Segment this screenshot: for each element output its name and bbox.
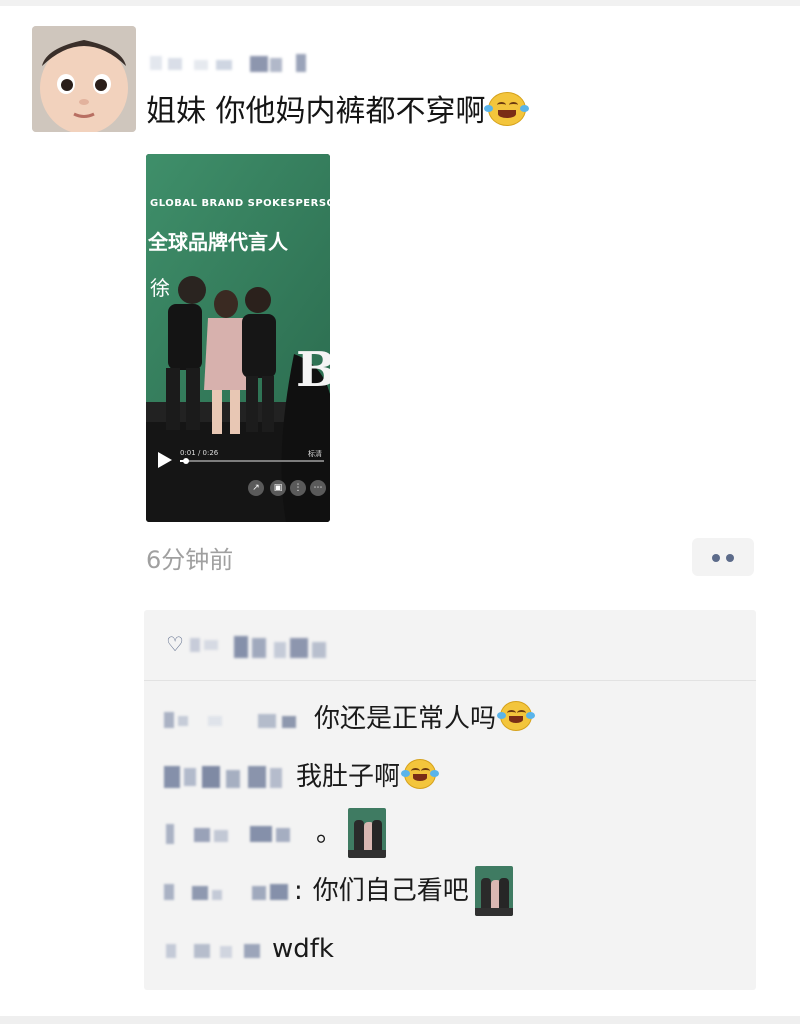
play-icon[interactable] <box>158 452 172 468</box>
dot-icon <box>712 554 720 562</box>
username-blurred[interactable] <box>146 48 316 78</box>
video-quality[interactable]: 标清 <box>308 449 322 459</box>
share-icon[interactable]: ↗ <box>248 480 264 496</box>
video-time: 0:01 / 0:26 <box>180 449 219 457</box>
video-logo-text: B <box>296 342 330 398</box>
more-options-button[interactable] <box>692 538 754 576</box>
comment-text: wdfk <box>272 933 334 964</box>
likes-row: ♡ <box>144 610 756 681</box>
post-text: 姐妹 你他妈内裤都不穿啊 <box>146 90 529 134</box>
bottom-edge <box>0 1016 800 1024</box>
laughing-emoji <box>401 758 440 789</box>
post-timestamp: 6分钟前 <box>146 546 234 574</box>
video-thumbnail[interactable] <box>348 808 387 858</box>
commenter-name-blurred[interactable] <box>164 704 314 734</box>
comment-item[interactable]: 你还是正常人吗 <box>164 694 536 742</box>
video-thumbnail[interactable] <box>474 866 513 916</box>
commenter-name-blurred[interactable] <box>164 934 272 964</box>
commenter-name-blurred[interactable] <box>164 818 316 848</box>
baby-face-illustration <box>32 26 136 132</box>
liker-names-blurred[interactable] <box>190 634 328 662</box>
comments-panel: ♡ 你还是正常人吗 我肚子啊 。: 你们自己看吧 wdfk <box>144 610 756 990</box>
video-frame <box>146 154 330 522</box>
comment-colon: : <box>294 876 303 906</box>
laughing-emoji <box>497 700 536 731</box>
more-icon[interactable]: ⋯ <box>310 480 326 496</box>
comment-item[interactable]: 我肚子啊 <box>164 752 440 800</box>
video-title-text: 全球品牌代言人 <box>148 230 288 254</box>
comment-text: 你还是正常人吗 <box>314 703 497 734</box>
comment-item[interactable]: wdfk <box>164 924 334 972</box>
video-player[interactable]: GLOBAL BRAND SPOKESPERSON 全球品牌代言人 徐 B 0:… <box>146 154 330 522</box>
comment-item[interactable]: : 你们自己看吧 <box>164 866 513 916</box>
heart-icon: ♡ <box>166 632 184 656</box>
video-name-text: 徐 <box>150 276 170 300</box>
comment-text: 你们自己看吧 <box>312 876 469 906</box>
comment-text: 。 <box>316 818 343 848</box>
commenter-name-blurred[interactable] <box>164 762 296 792</box>
commenter-name-blurred[interactable] <box>164 876 294 906</box>
video-progress-knob[interactable] <box>182 458 189 464</box>
comment-text: 我肚子啊 <box>296 761 401 792</box>
post-text-content: 姐妹 你他妈内裤都不穿啊 <box>146 94 486 129</box>
grid-icon[interactable]: ⋮ <box>290 480 306 496</box>
video-banner-text: GLOBAL BRAND SPOKESPERSON <box>150 198 330 209</box>
dot-icon <box>726 554 734 562</box>
avatar[interactable] <box>32 26 136 132</box>
top-edge <box>0 0 800 6</box>
comment-item[interactable]: 。 <box>164 808 387 858</box>
save-icon[interactable]: ▣ <box>270 480 286 496</box>
tears-of-joy-emoji <box>483 91 529 126</box>
video-progress-bar[interactable] <box>180 458 324 464</box>
